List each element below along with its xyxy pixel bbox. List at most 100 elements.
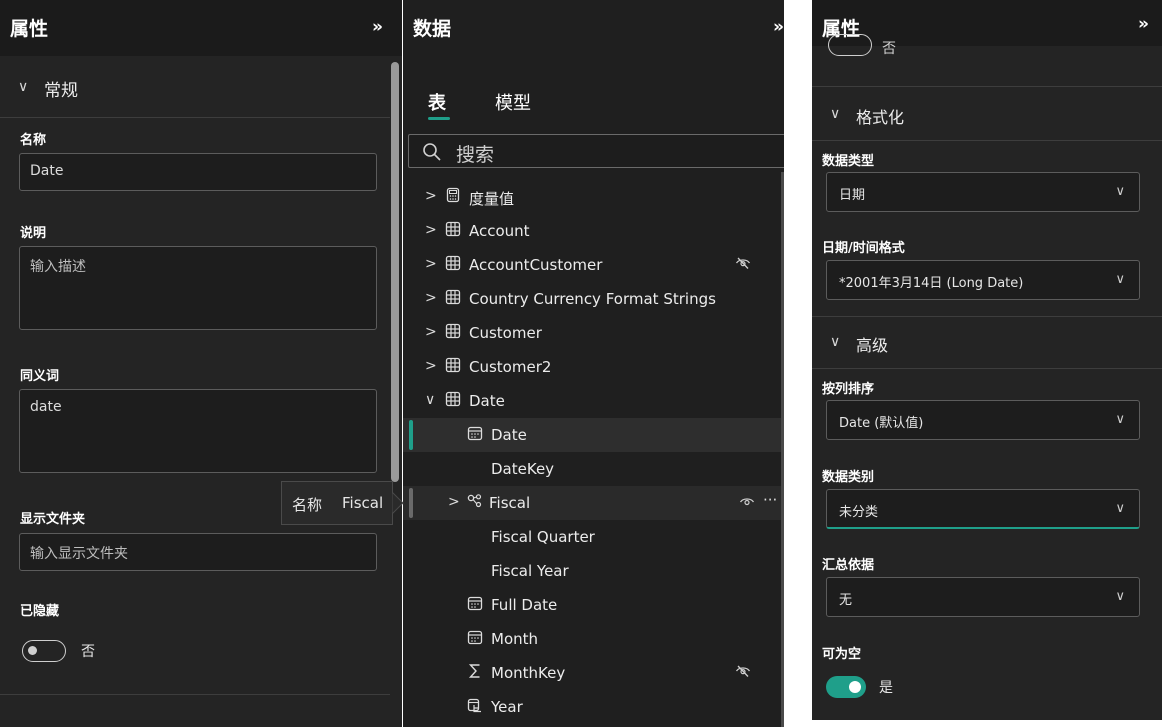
summarize-by-select[interactable]: 无 ∨ bbox=[826, 577, 1140, 617]
tree-item-label: Full Date bbox=[491, 596, 558, 614]
tree-item[interactable]: > Country Currency Format Strings bbox=[403, 282, 784, 316]
select-value: 未分类 bbox=[839, 505, 879, 520]
chevron-down-icon: ∨ bbox=[1115, 589, 1125, 604]
tree-item[interactable]: > 度量值 bbox=[403, 180, 784, 214]
display-folder-label: 显示文件夹 bbox=[20, 512, 86, 527]
hidden-value: 否 bbox=[81, 644, 95, 660]
table-icon bbox=[445, 289, 461, 305]
sigma-icon bbox=[467, 663, 483, 679]
select-value: Date (默认值) bbox=[839, 416, 924, 431]
calendar-icon bbox=[467, 425, 483, 441]
tree-item-field[interactable]: DateKey bbox=[403, 452, 784, 486]
tree-item[interactable]: Full Date bbox=[403, 588, 784, 622]
tree-item[interactable]: MonthKey bbox=[403, 656, 784, 690]
chevron-down-icon: ∨ bbox=[1115, 272, 1125, 287]
tree-item[interactable]: Month bbox=[403, 622, 784, 656]
data-type-select[interactable]: 日期 ∨ bbox=[826, 172, 1140, 212]
section-advanced-header[interactable]: ∨ 高级 bbox=[812, 316, 1162, 374]
chevron-right-icon[interactable]: > bbox=[425, 222, 437, 238]
table-icon bbox=[445, 391, 461, 407]
name-input[interactable]: Date bbox=[19, 153, 377, 191]
date-format-select[interactable]: *2001年3月14日 (Long Date) ∨ bbox=[826, 260, 1140, 300]
sort-by-label: 按列排序 bbox=[822, 382, 875, 397]
chevron-down-icon: ∨ bbox=[18, 79, 29, 95]
tree-item-label: Customer2 bbox=[469, 358, 552, 376]
section-general-header[interactable]: ∨ 常规 bbox=[0, 60, 402, 118]
tab-tables[interactable]: 表 bbox=[428, 89, 446, 115]
chevron-right-icon[interactable]: > bbox=[425, 256, 437, 272]
divider bbox=[812, 86, 1162, 87]
scrollbar-thumb[interactable] bbox=[391, 62, 399, 482]
hierarchy-icon bbox=[467, 493, 483, 509]
synonyms-input[interactable]: date bbox=[19, 389, 377, 473]
panel-title: 数据 bbox=[413, 18, 452, 40]
eye-off-icon[interactable] bbox=[735, 255, 751, 271]
chevron-down-icon: ∨ bbox=[1115, 184, 1125, 199]
collapse-panel-button[interactable]: » bbox=[372, 17, 383, 37]
tree-item-label: Year bbox=[491, 698, 523, 716]
name-label: 名称 bbox=[20, 133, 47, 148]
tree-item[interactable]: Date bbox=[403, 418, 784, 452]
row-indicator bbox=[409, 420, 413, 450]
divider bbox=[0, 694, 390, 695]
tree-item[interactable]: > Account bbox=[403, 214, 784, 248]
hidden-toggle[interactable] bbox=[22, 640, 66, 662]
scrollbar-track[interactable] bbox=[781, 172, 784, 727]
sort-by-select[interactable]: Date (默认值) ∨ bbox=[826, 400, 1140, 440]
tree-item[interactable]: > Fiscal ··· bbox=[403, 486, 784, 520]
select-value: *2001年3月14日 (Long Date) bbox=[839, 276, 1024, 291]
name-tooltip: 名称 Fiscal bbox=[281, 481, 393, 525]
chevron-right-icon[interactable]: > bbox=[425, 290, 437, 306]
tree-item-label: Fiscal Year bbox=[491, 562, 569, 580]
display-folder-input[interactable]: 输入显示文件夹 bbox=[19, 533, 377, 571]
summarize-by-label: 汇总依据 bbox=[822, 558, 875, 573]
tree-item-field[interactable]: Fiscal Quarter bbox=[403, 520, 784, 554]
tree-item-label: Date bbox=[491, 426, 527, 444]
data-header: 数据 » bbox=[403, 0, 784, 56]
chevron-down-icon: ∨ bbox=[1115, 501, 1125, 516]
tree-item-field[interactable]: Fiscal Year bbox=[403, 554, 784, 588]
tree-item-label: Fiscal bbox=[489, 494, 531, 512]
eye-off-icon[interactable] bbox=[735, 663, 751, 679]
eye-icon[interactable] bbox=[739, 493, 755, 509]
chevron-down-icon[interactable]: ∨ bbox=[425, 392, 435, 408]
tree-item[interactable]: > Customer2 bbox=[403, 350, 784, 384]
description-input[interactable]: 输入描述 bbox=[19, 246, 377, 330]
properties-panel-right: 属性 » 否 ∨ 格式化 数据类型 日期 ∨ 日期/时间格式 *2001年3月1… bbox=[812, 0, 1162, 720]
tree-item-label: Fiscal Quarter bbox=[491, 528, 595, 546]
tree-item-label: 度量值 bbox=[469, 190, 515, 208]
tooltip-key: 名称 bbox=[292, 496, 323, 514]
chevron-down-icon: ∨ bbox=[1115, 412, 1125, 427]
section-format-header[interactable]: ∨ 格式化 bbox=[812, 88, 1162, 146]
tree-item[interactable]: Year bbox=[403, 690, 784, 724]
data-category-select[interactable]: 未分类 ∨ bbox=[826, 489, 1140, 529]
divider bbox=[0, 117, 390, 118]
chevron-right-icon[interactable]: > bbox=[448, 494, 460, 510]
tree-item-label: DateKey bbox=[491, 460, 555, 478]
calendar-icon bbox=[467, 629, 483, 645]
panel-title: 属性 bbox=[10, 18, 49, 40]
data-type-label: 数据类型 bbox=[822, 154, 875, 169]
tree-list: > 度量值 > Account > AccountCustomer > Country Cur… bbox=[403, 180, 784, 727]
tree-item-label: AccountCustomer bbox=[469, 256, 603, 274]
select-value: 日期 bbox=[839, 188, 866, 203]
more-options-icon[interactable]: ··· bbox=[763, 491, 777, 509]
chevron-right-icon[interactable]: > bbox=[425, 324, 437, 340]
tree-item[interactable]: > Customer bbox=[403, 316, 784, 350]
search-icon bbox=[423, 143, 441, 161]
nullable-toggle[interactable] bbox=[826, 676, 866, 698]
tree-item-label: Month bbox=[491, 630, 539, 648]
header-mask bbox=[812, 0, 1162, 46]
tree-item[interactable]: ∨ Date bbox=[403, 384, 784, 418]
search-input[interactable]: 搜索 bbox=[408, 134, 784, 168]
tab-model[interactable]: 模型 bbox=[495, 89, 531, 115]
tree-item[interactable]: > AccountCustomer bbox=[403, 248, 784, 282]
search-placeholder: 搜索 bbox=[456, 144, 495, 166]
collapse-panel-button[interactable]: » bbox=[773, 17, 784, 37]
hidden-label: 已隐藏 bbox=[20, 604, 60, 619]
nullable-value: 是 bbox=[879, 680, 893, 696]
section-advanced-label: 高级 bbox=[856, 336, 889, 355]
chevron-right-icon[interactable]: > bbox=[425, 188, 437, 204]
chevron-right-icon[interactable]: > bbox=[425, 358, 437, 374]
row-indicator bbox=[409, 488, 413, 518]
